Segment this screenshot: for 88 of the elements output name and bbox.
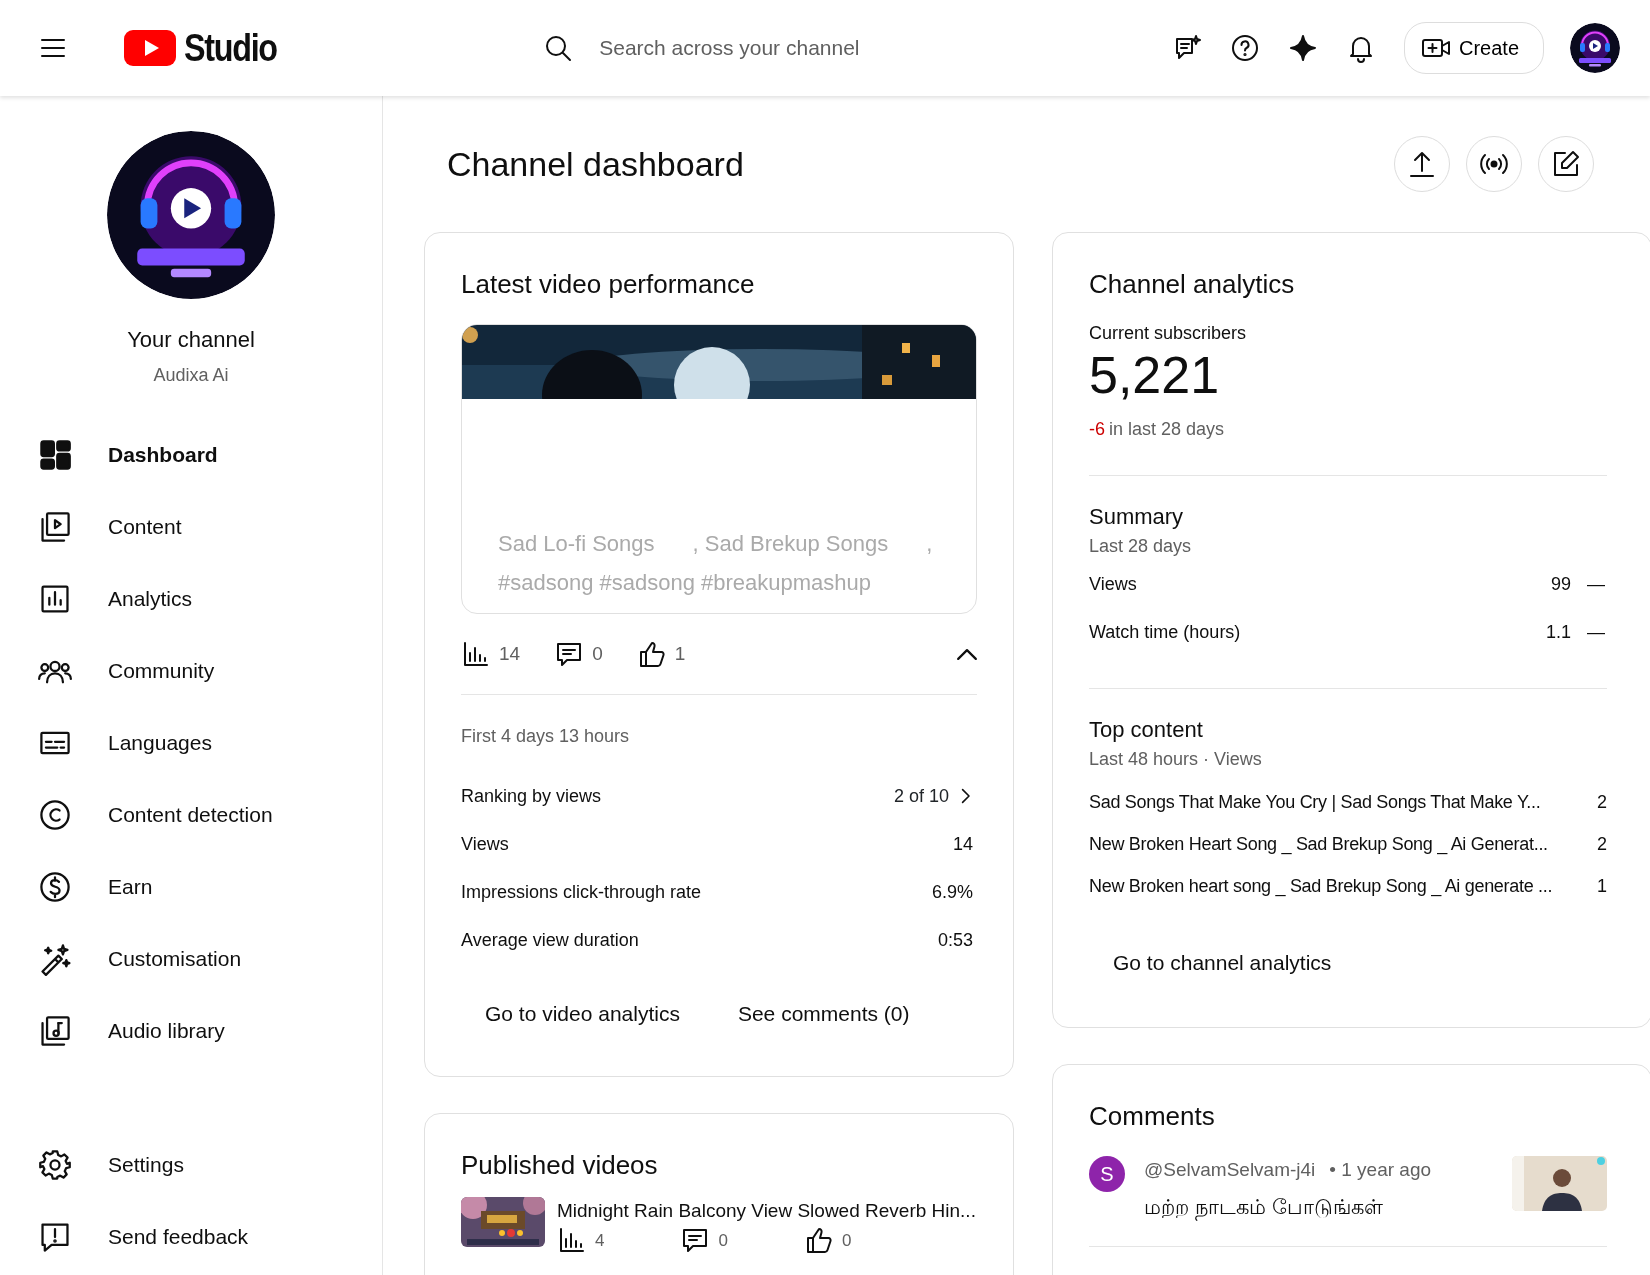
metric-value: 1.1	[1545, 620, 1571, 644]
sidebar-item[interactable]: Customisation	[0, 923, 382, 995]
avatar: S	[1089, 1156, 1125, 1193]
settings-icon	[38, 1148, 72, 1182]
card-title: Comments	[1089, 1100, 1216, 1133]
action-link[interactable]: Go to video analytics	[461, 988, 704, 1040]
metric-label: Average view duration	[461, 928, 639, 952]
sidebar-item[interactable]: Community	[0, 635, 382, 707]
trend-mark: —	[1587, 620, 1605, 644]
video-stack-icon	[38, 510, 72, 544]
comments-count: 0	[592, 641, 603, 666]
video-title: Midnight Rain Balcony View Slowed Reverb Hin...	[557, 1198, 976, 1223]
comment-text: மற்ற நாடகம் போடுங்கள்	[1144, 1190, 1432, 1223]
edit-icon	[1551, 149, 1581, 179]
video-title: Sad Songs That Make You Cry | Sad Songs That Make Y...	[1089, 790, 1541, 814]
views-count: 2	[1597, 832, 1607, 856]
sidebar-item[interactable]: Earn	[0, 851, 382, 923]
sparkle-icon	[1287, 33, 1318, 63]
subscriber-count: 5,221	[1089, 347, 1221, 405]
section-subtitle: Last 28 days	[1089, 535, 1193, 559]
views-count: 2	[1597, 790, 1607, 814]
edit-button[interactable]	[1538, 136, 1594, 192]
comments-count: 0	[718, 1229, 728, 1252]
metric-value: 14	[952, 832, 973, 856]
description-text: , Sad Brekup Songs	[692, 530, 889, 559]
metric-value: 0:53	[937, 928, 973, 952]
sidebar-item[interactable]: Settings	[0, 1129, 382, 1201]
sidebar-item[interactable]: Content detection	[0, 779, 382, 851]
action-link[interactable]: See comments (0)	[713, 988, 934, 1040]
period-label: First 4 days 13 hours	[461, 726, 630, 747]
magic-wand-icon	[38, 942, 72, 976]
card-title: Channel analytics	[1089, 269, 1296, 301]
sidebar-item[interactable]: Languages	[0, 707, 382, 779]
metric-label: Ranking by views	[461, 784, 602, 808]
metric-label: Impressions click-through rate	[461, 880, 702, 904]
logo-text: Studio	[184, 25, 277, 71]
video-title: New Broken Heart Song _ Sad Brekup Song _ Ai Generat...	[1089, 832, 1548, 857]
upload-button[interactable]	[1394, 136, 1450, 192]
create-button[interactable]: Create	[1403, 22, 1544, 74]
ranking-link[interactable]: 2 of 10	[893, 782, 977, 810]
copyright-icon	[38, 798, 72, 832]
likes-count: 1	[674, 641, 686, 666]
sidebar-item[interactable]: Audio library	[0, 995, 382, 1067]
channel-name: Audixa Ai	[153, 364, 229, 387]
channel-label: Your channel	[127, 326, 255, 354]
card-title: Latest video performance	[461, 269, 756, 301]
metric-label: Views	[1089, 572, 1137, 596]
help-icon	[1229, 33, 1260, 63]
likes-count: 0	[841, 1229, 852, 1252]
sparkle-button[interactable]	[1287, 33, 1318, 63]
search-icon	[543, 33, 574, 63]
section-subtitle: Last 48 hours · Views	[1089, 748, 1263, 772]
description-text: Sad Lo-fi Songs	[498, 530, 655, 559]
metric-value: 99	[1550, 572, 1571, 596]
metric-value: 6.9%	[931, 880, 973, 904]
description-text: #sadsong #sadsong #breakupmashup	[498, 569, 873, 598]
views-count: 4	[595, 1229, 605, 1252]
go-live-button[interactable]	[1466, 136, 1522, 192]
trend-mark: —	[1587, 572, 1605, 596]
dollar-icon	[38, 870, 72, 904]
description-text: ,	[926, 530, 933, 559]
metric-label: Watch time (hours)	[1089, 620, 1241, 644]
sidebar-item[interactable]: Send feedback	[0, 1201, 382, 1273]
dashboard-icon	[38, 438, 72, 472]
sidebar-item[interactable]: Analytics	[0, 563, 382, 635]
bar-chart-icon	[38, 582, 72, 616]
change-period: in last 28 days	[1109, 418, 1225, 442]
play-logo-icon	[124, 30, 176, 66]
sidebar-item[interactable]: Content	[0, 491, 382, 563]
views-count: 14	[499, 641, 521, 666]
subscriber-change: -6	[1089, 418, 1105, 442]
section-title: Summary	[1089, 503, 1185, 532]
comment-time: • 1 year ago	[1329, 1158, 1432, 1183]
metric-label: Views	[461, 832, 509, 856]
feedback-icon	[38, 1220, 72, 1254]
page-title: Channel dashboard	[447, 143, 744, 185]
subscribers-label: Current subscribers	[1089, 322, 1248, 346]
caret-icon	[957, 649, 977, 661]
help-button[interactable]	[1229, 33, 1260, 63]
views-count: 1	[1597, 874, 1607, 898]
section-title: Top content	[1089, 716, 1204, 745]
action-link[interactable]: Go to channel analytics	[1089, 937, 1356, 989]
video-title: New Broken heart song _ Sad Brekup Song _ Ai generate ...	[1089, 874, 1553, 899]
upload-icon	[1407, 149, 1437, 179]
comment-author[interactable]: @SelvamSelvam-j4i	[1144, 1156, 1316, 1185]
music-stack-icon	[38, 1014, 72, 1048]
card-title: Published videos	[461, 1149, 659, 1181]
sidebar-item[interactable]: Dashboard	[0, 419, 382, 491]
